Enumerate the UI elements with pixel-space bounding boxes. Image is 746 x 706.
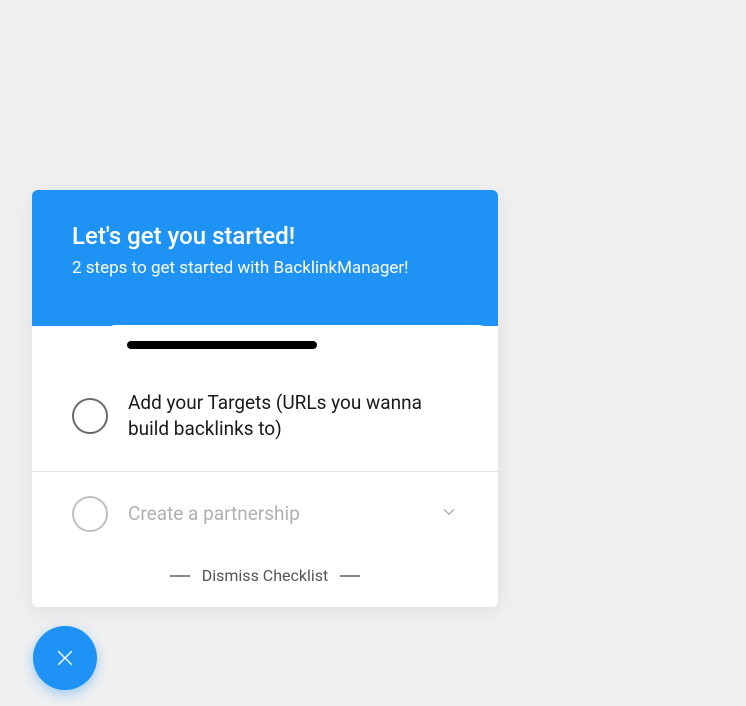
- checklist-card: Let's get you started! 2 steps to get st…: [32, 190, 498, 607]
- dash-icon: [340, 575, 360, 577]
- checklist-subtitle: 2 steps to get started with BacklinkMana…: [72, 258, 458, 278]
- dismiss-label: Dismiss Checklist: [202, 566, 329, 585]
- radio-unchecked-icon: [72, 398, 108, 434]
- checklist-header: Let's get you started! 2 steps to get st…: [32, 190, 498, 326]
- checklist-item-create-partnership[interactable]: Create a partnership: [32, 472, 498, 556]
- checklist-title: Let's get you started!: [72, 222, 458, 250]
- checklist-item-add-targets[interactable]: Add your Targets (URLs you wanna build b…: [32, 352, 498, 472]
- checklist-item-label: Create a partnership: [128, 501, 420, 527]
- radio-unchecked-icon: [72, 496, 108, 532]
- tooltip-placeholder-bar: [127, 341, 317, 349]
- dash-icon: [170, 575, 190, 577]
- dismiss-checklist-button[interactable]: Dismiss Checklist: [32, 556, 498, 607]
- close-icon: [54, 647, 76, 669]
- tooltip-bubble: [107, 325, 487, 365]
- close-fab-button[interactable]: [33, 626, 97, 690]
- chevron-down-icon: [440, 503, 458, 525]
- checklist-item-label: Add your Targets (URLs you wanna build b…: [128, 390, 458, 441]
